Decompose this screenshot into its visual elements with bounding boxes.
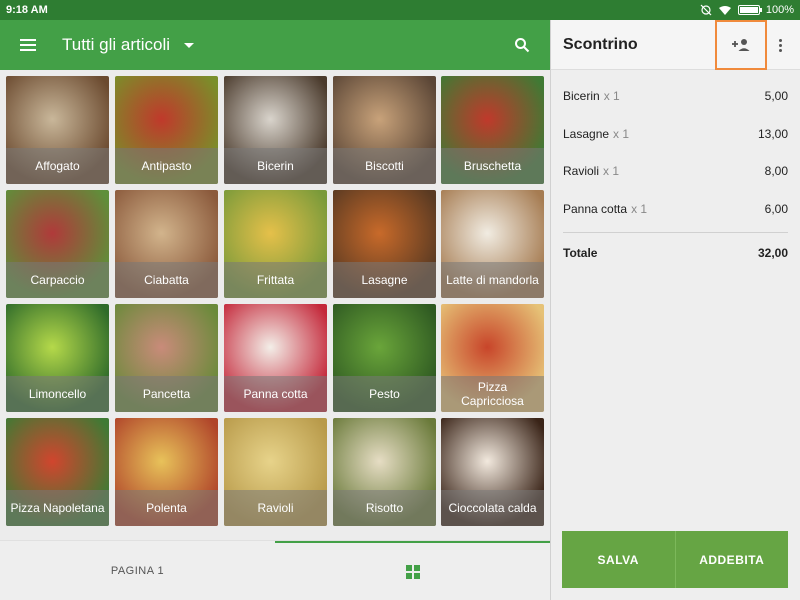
- product-label: Panna cotta: [224, 376, 327, 412]
- receipt-actions: SALVA ADDEBITA: [562, 531, 788, 588]
- product-tile[interactable]: Pancetta: [115, 304, 218, 412]
- receipt-header: Scontrino: [551, 20, 800, 70]
- product-label: Carpaccio: [6, 262, 109, 298]
- charge-button[interactable]: ADDEBITA: [675, 531, 788, 588]
- page-button[interactable]: PAGINA 1: [0, 541, 275, 600]
- category-title[interactable]: Tutti gli articoli: [62, 35, 170, 55]
- product-tile[interactable]: Antipasto: [115, 76, 218, 184]
- status-icons: 100%: [700, 4, 794, 16]
- product-label: Polenta: [115, 490, 218, 526]
- add-person-icon: [732, 39, 750, 51]
- total-label: Totale: [563, 246, 598, 260]
- product-label: Cioccolata calda: [441, 490, 544, 526]
- product-tile[interactable]: Biscotti: [333, 76, 436, 184]
- product-label: Frittata: [224, 262, 327, 298]
- grid-icon: [405, 565, 420, 579]
- receipt-line[interactable]: Bicerin x 1 5,00: [563, 86, 788, 106]
- product-label: Ciabatta: [115, 262, 218, 298]
- receipt-lines: Totale 32,00 Bicerin x 1 5,00 Lasagne x 1 13,…: [551, 70, 800, 530]
- product-tile[interactable]: Pesto: [333, 304, 436, 412]
- product-tile[interactable]: Ravioli: [224, 418, 327, 526]
- product-grid: Affogato Antipasto Bicerin Biscotti Bruschet…: [0, 70, 550, 540]
- product-tile[interactable]: Pizza Capricciosa: [441, 304, 544, 412]
- battery-icon: [737, 5, 762, 15]
- product-tile[interactable]: Risotto: [333, 418, 436, 526]
- line-item-qty: x 1: [613, 127, 630, 141]
- more-options-button[interactable]: [772, 20, 788, 70]
- product-tile[interactable]: Panna cotta: [224, 304, 327, 412]
- line-item-price: 8,00: [764, 164, 788, 178]
- product-label: Bruschetta: [441, 148, 544, 184]
- product-tile[interactable]: Pizza Napoletana: [6, 418, 109, 526]
- product-tile[interactable]: Bruschetta: [441, 76, 544, 184]
- line-item-price: 5,00: [764, 89, 788, 103]
- menu-icon: [20, 44, 36, 46]
- line-item-price: 13,00: [757, 127, 788, 141]
- battery-percent: 100%: [765, 4, 794, 16]
- product-tile[interactable]: Affogato: [6, 76, 109, 184]
- product-label: Pizza Napoletana: [6, 490, 109, 526]
- product-tile[interactable]: Cioccolata calda: [441, 418, 544, 526]
- receipt-line[interactable]: Ravioli x 1 8,00: [563, 161, 788, 181]
- more-vert-dot: [778, 43, 782, 47]
- line-item-name: Lasagne: [563, 127, 610, 141]
- add-customer-button[interactable]: [715, 20, 767, 70]
- product-tile[interactable]: Bicerin: [224, 76, 327, 184]
- product-tile[interactable]: Lasagne: [333, 190, 436, 298]
- line-item-name: Ravioli: [563, 164, 600, 178]
- status-bar: 9:18 AM 100%: [0, 0, 800, 20]
- product-label: Affogato: [6, 148, 109, 184]
- product-label: Bicerin: [224, 148, 327, 184]
- grid-view-button[interactable]: [275, 541, 550, 600]
- product-tile[interactable]: Ciabatta: [115, 190, 218, 298]
- line-item-qty: x 1: [603, 89, 620, 103]
- line-item-qty: x 1: [603, 164, 620, 178]
- more-vert-dot: [778, 48, 782, 52]
- search-icon: [515, 38, 530, 53]
- search-button[interactable]: [494, 20, 550, 70]
- line-item-name: Panna cotta: [563, 202, 628, 216]
- chevron-down-icon[interactable]: [184, 42, 195, 48]
- line-item-name: Bicerin: [563, 89, 600, 103]
- status-time: 9:18 AM: [6, 4, 48, 16]
- catalog-toolbar: Tutti gli articoli: [0, 20, 550, 70]
- product-tile[interactable]: Polenta: [115, 418, 218, 526]
- total-separator: [563, 232, 788, 233]
- product-label: Biscotti: [333, 148, 436, 184]
- product-label: Pizza Capricciosa: [441, 376, 544, 412]
- product-label: Lasagne: [333, 262, 436, 298]
- product-label: Limoncello: [6, 376, 109, 412]
- line-item-price: 6,00: [764, 202, 788, 216]
- menu-button[interactable]: [0, 20, 56, 70]
- wifi-icon: [718, 5, 731, 15]
- receipt-title: Scontrino: [563, 35, 638, 53]
- product-tile[interactable]: Limoncello: [6, 304, 109, 412]
- product-tile[interactable]: Carpaccio: [6, 190, 109, 298]
- line-item-qty: x 1: [631, 202, 648, 216]
- product-label: Pancetta: [115, 376, 218, 412]
- more-vert-icon: [778, 38, 782, 42]
- receipt-line[interactable]: Lasagne x 1 13,00: [563, 124, 788, 144]
- product-label: Risotto: [333, 490, 436, 526]
- save-button[interactable]: SALVA: [562, 531, 676, 588]
- total-value: 32,00: [757, 246, 788, 260]
- product-label: Antipasto: [115, 148, 218, 184]
- receipt-total: Totale 32,00: [563, 246, 788, 260]
- bottom-bar: PAGINA 1: [0, 540, 550, 600]
- product-label: Ravioli: [224, 490, 327, 526]
- product-tile[interactable]: Latte di mandorla: [441, 190, 544, 298]
- receipt-line[interactable]: Panna cotta x 1 6,00: [563, 199, 788, 219]
- product-tile[interactable]: Frittata: [224, 190, 327, 298]
- product-label: Latte di mandorla: [441, 262, 544, 298]
- alarm-off-icon: [700, 4, 712, 16]
- product-label: Pesto: [333, 376, 436, 412]
